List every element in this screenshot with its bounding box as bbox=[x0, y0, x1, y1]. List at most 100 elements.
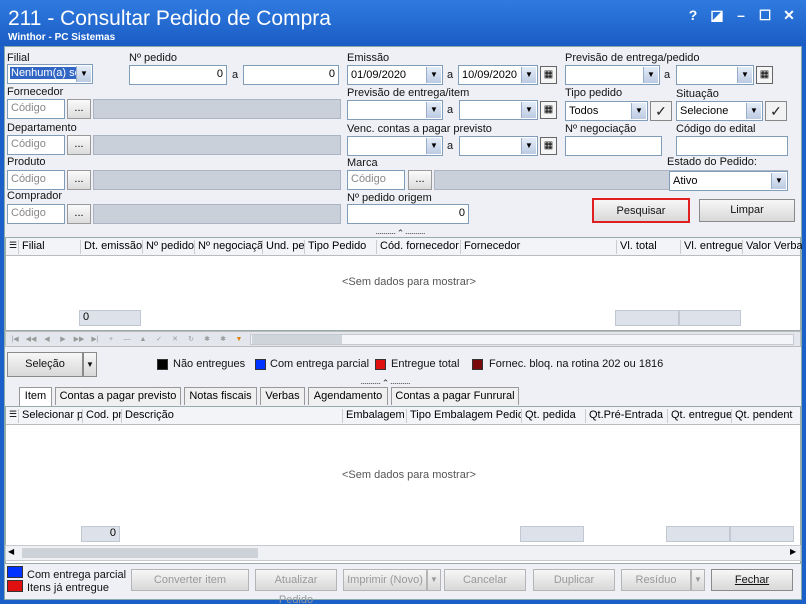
post-icon[interactable]: ✓ bbox=[152, 333, 166, 346]
next-record-icon[interactable]: ▶ bbox=[56, 333, 70, 346]
produto-code-input[interactable]: Código bbox=[7, 170, 65, 190]
calendar-icon[interactable]: ▦ bbox=[540, 66, 557, 84]
marca-search-button[interactable]: ... bbox=[408, 170, 432, 190]
chevron-down-icon[interactable]: ▼ bbox=[771, 173, 786, 189]
col-vl-entregue[interactable]: Vl. entregue bbox=[680, 240, 742, 254]
residuo-dropdown-icon[interactable]: ▼ bbox=[691, 569, 705, 591]
prev-entrega-item-to[interactable]: ▼ bbox=[459, 100, 538, 120]
insert-icon[interactable]: + bbox=[104, 333, 118, 346]
col-qt-entregue[interactable]: Qt. entregue bbox=[667, 409, 731, 423]
chevron-down-icon[interactable]: ▼ bbox=[737, 67, 752, 83]
chevron-down-icon[interactable]: ▼ bbox=[521, 138, 536, 154]
tab-verbas[interactable]: Verbas bbox=[260, 387, 305, 405]
departamento-search-button[interactable]: ... bbox=[67, 135, 91, 155]
col-und-pe[interactable]: Und. pe bbox=[262, 240, 304, 254]
goto-bookmark-icon[interactable]: ✱ bbox=[216, 333, 230, 346]
imprimir-dropdown-icon[interactable]: ▼ bbox=[427, 569, 441, 591]
calendar-icon[interactable]: ▦ bbox=[540, 101, 557, 119]
selecao-dropdown-icon[interactable]: ▼ bbox=[83, 352, 97, 377]
chevron-down-icon[interactable]: ▼ bbox=[426, 67, 441, 83]
residuo-button[interactable]: Resíduo bbox=[621, 569, 691, 591]
col-tipo-pedido[interactable]: Tipo Pedido bbox=[304, 240, 376, 254]
refresh-icon[interactable]: ↻ bbox=[184, 333, 198, 346]
tab-contas-pagar-funrural[interactable]: Contas a pagar Funrural bbox=[391, 387, 519, 405]
tab-agendamento[interactable]: Agendamento bbox=[308, 387, 388, 405]
col-fornecedor[interactable]: Fornecedor bbox=[460, 240, 616, 254]
col-cod-produto[interactable]: Cod. pr bbox=[82, 409, 121, 423]
edit-icon[interactable]: ▲ bbox=[136, 333, 150, 346]
venc-contas-to[interactable]: ▼ bbox=[459, 136, 538, 156]
chevron-down-icon[interactable]: ▼ bbox=[643, 67, 658, 83]
col-filial[interactable]: Filial bbox=[18, 240, 80, 254]
col-dt-emissao[interactable]: Dt. emissão bbox=[80, 240, 142, 254]
first-record-icon[interactable]: |◀ bbox=[8, 333, 22, 346]
pesquisar-button[interactable]: Pesquisar bbox=[592, 198, 690, 223]
cancelar-button[interactable]: Cancelar bbox=[444, 569, 526, 591]
imprimir-novo-button[interactable]: Imprimir (Novo) bbox=[343, 569, 427, 591]
venc-contas-from[interactable]: ▼ bbox=[347, 136, 443, 156]
fechar-button[interactable]: Fechar bbox=[711, 569, 793, 591]
prev-page-icon[interactable]: ◀◀ bbox=[24, 333, 38, 346]
col-qt-pendente[interactable]: Qt. pendent bbox=[731, 409, 802, 423]
filial-select[interactable]: Nenhum(a) se ▼ bbox=[7, 64, 93, 84]
delete-icon[interactable]: — bbox=[120, 333, 134, 346]
num-pedido-from-input[interactable]: 0 bbox=[129, 65, 227, 85]
close-icon[interactable]: ✕ bbox=[780, 7, 798, 24]
col-qt-pre-entrada[interactable]: Qt.Pré-Entrada bbox=[585, 409, 667, 423]
checkmark-icon[interactable]: ✓ bbox=[650, 101, 672, 121]
scrollbar-thumb[interactable] bbox=[252, 335, 342, 344]
chevron-down-icon[interactable]: ▼ bbox=[521, 102, 536, 118]
num-pedido-origem-input[interactable]: 0 bbox=[347, 204, 469, 224]
checkmark-icon[interactable]: ✓ bbox=[765, 101, 787, 121]
marca-code-input[interactable]: Código bbox=[347, 170, 405, 190]
departamento-code-input[interactable]: Código bbox=[7, 135, 65, 155]
col-descricao[interactable]: Descrição bbox=[121, 409, 342, 423]
tipo-pedido-select[interactable]: Todos ▼ bbox=[565, 101, 648, 121]
scrollbar-thumb[interactable] bbox=[22, 548, 258, 558]
emissao-to-date[interactable]: 10/09/2020 ▼ bbox=[458, 65, 538, 85]
prev-entrega-pedido-to[interactable]: ▼ bbox=[676, 65, 754, 85]
emissao-from-date[interactable]: 01/09/2020 ▼ bbox=[347, 65, 443, 85]
tab-item[interactable]: Item bbox=[19, 387, 52, 406]
col-tipo-embalagem[interactable]: Tipo Embalagem Pedido bbox=[406, 409, 521, 423]
chevron-down-icon[interactable]: ▼ bbox=[746, 103, 761, 119]
col-embalagem[interactable]: Embalagem bbox=[342, 409, 406, 423]
duplicar-button[interactable]: Duplicar bbox=[533, 569, 615, 591]
col-valor-verba[interactable]: Valor Verba bbox=[742, 240, 802, 254]
minimize-icon[interactable]: – bbox=[732, 7, 750, 23]
cancel-icon[interactable]: ✕ bbox=[168, 333, 182, 346]
prev-record-icon[interactable]: ◀ bbox=[40, 333, 54, 346]
atualizar-pedido-button[interactable]: Atualizar Pedido bbox=[255, 569, 337, 604]
panel-splitter[interactable]: ·········· ⌃ ·········· bbox=[310, 228, 490, 238]
prev-entrega-item-from[interactable]: ▼ bbox=[347, 100, 443, 120]
next-page-icon[interactable]: ▶▶ bbox=[72, 333, 86, 346]
num-pedido-to-input[interactable]: 0 bbox=[243, 65, 339, 85]
codigo-edital-input[interactable] bbox=[676, 136, 788, 156]
produto-search-button[interactable]: ... bbox=[67, 170, 91, 190]
chevron-down-icon[interactable]: ▼ bbox=[521, 67, 536, 83]
fornecedor-code-input[interactable]: Código bbox=[7, 99, 65, 119]
prev-entrega-pedido-from[interactable]: ▼ bbox=[565, 65, 660, 85]
maximize-icon[interactable]: ☐ bbox=[756, 7, 774, 24]
selecao-button[interactable]: Seleção bbox=[7, 352, 83, 377]
tab-notas-fiscais[interactable]: Notas fiscais bbox=[184, 387, 257, 405]
tab-contas-pagar-previsto[interactable]: Contas a pagar previsto bbox=[55, 387, 181, 405]
col-num-negociacao[interactable]: Nº negociaçã bbox=[194, 240, 262, 254]
items-horizontal-scrollbar[interactable]: ◀ ▶ bbox=[5, 545, 801, 561]
comprador-code-input[interactable]: Código bbox=[7, 204, 65, 224]
estado-pedido-select[interactable]: Ativo ▼ bbox=[669, 171, 788, 191]
situacao-select[interactable]: Selecione ▼ bbox=[676, 101, 763, 121]
panel-splitter[interactable]: ·········· ⌃ ·········· bbox=[285, 378, 485, 388]
num-negociacao-input[interactable] bbox=[565, 136, 662, 156]
bookmark-icon[interactable]: ✱ bbox=[200, 333, 214, 346]
col-selecionar[interactable]: Selecionar p bbox=[18, 409, 82, 423]
help-icon[interactable]: ? bbox=[684, 7, 702, 23]
col-vl-total[interactable]: Vl. total bbox=[616, 240, 680, 254]
scroll-left-icon[interactable]: ◀ bbox=[8, 547, 14, 556]
chevron-down-icon[interactable]: ▼ bbox=[631, 103, 646, 119]
chevron-down-icon[interactable]: ▼ bbox=[426, 102, 441, 118]
col-cod-fornecedor[interactable]: Cód. fornecedor bbox=[376, 240, 460, 254]
scroll-right-icon[interactable]: ▶ bbox=[790, 547, 796, 556]
converter-item-button[interactable]: Converter item bbox=[131, 569, 249, 591]
col-num-pedido[interactable]: Nº pedido bbox=[142, 240, 194, 254]
